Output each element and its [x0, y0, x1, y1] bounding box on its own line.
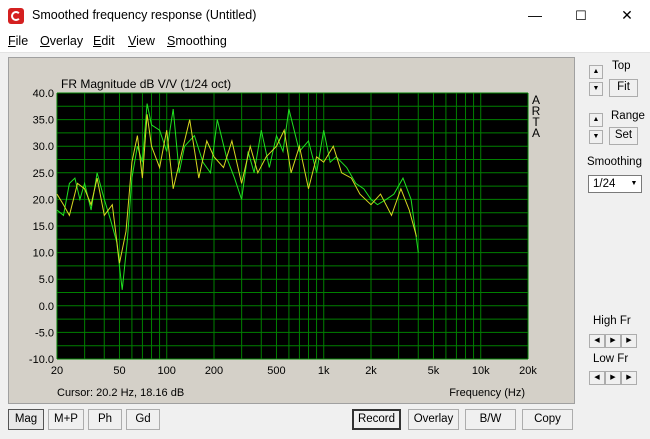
- y-tick-label: 10.0: [33, 248, 54, 260]
- phase-button[interactable]: Ph: [88, 409, 122, 430]
- smoothing-value: 1/24: [593, 178, 616, 190]
- maximize-button[interactable]: ☐: [558, 0, 604, 31]
- menu-file[interactable]: File: [8, 34, 28, 48]
- record-button[interactable]: Record: [352, 409, 401, 430]
- smoothing-select[interactable]: 1/24 ▼: [588, 175, 642, 193]
- range-down-arrow[interactable]: ▼: [589, 130, 603, 144]
- top-up-arrow[interactable]: ▲: [589, 65, 603, 79]
- y-tick-label: 25.0: [33, 168, 54, 180]
- menu-view[interactable]: View: [128, 34, 155, 48]
- y-tick-label: -5.0: [35, 327, 54, 339]
- overlay-button[interactable]: Overlay: [408, 409, 459, 430]
- close-button[interactable]: ✕: [604, 0, 650, 31]
- low-fr-label: Low Fr: [593, 353, 629, 365]
- menu-edit[interactable]: Edit: [93, 34, 115, 48]
- low-fr-right-arrow[interactable]: ▶: [605, 371, 621, 385]
- app-icon: [8, 8, 24, 24]
- minimize-button[interactable]: —: [512, 0, 558, 31]
- menu-overlay[interactable]: Overlay: [40, 34, 83, 48]
- menu-smoothing[interactable]: Smoothing: [167, 34, 227, 48]
- chart-title: FR Magnitude dB V/V (1/24 oct): [61, 77, 231, 91]
- x-tick-label: 50: [113, 365, 125, 377]
- plot-frame: FR Magnitude dB V/V (1/24 oct) 40.0 35.0 30…: [8, 57, 575, 404]
- x-tick-label: 10k: [472, 365, 490, 377]
- x-tick-label: 500: [267, 365, 285, 377]
- group-delay-button[interactable]: Gd: [126, 409, 160, 430]
- high-fr-label: High Fr: [593, 315, 631, 327]
- y-tick-label: 15.0: [33, 221, 54, 233]
- top-label: Top: [612, 60, 631, 72]
- high-fr-right-end-arrow[interactable]: ▶: [621, 334, 637, 348]
- menu-bar: File Overlay Edit View Smoothing: [0, 31, 650, 53]
- x-tick-label: 5k: [428, 365, 440, 377]
- bw-button[interactable]: B/W: [465, 409, 516, 430]
- x-axis-label: Frequency (Hz): [449, 387, 525, 399]
- fit-button[interactable]: Fit: [609, 79, 638, 97]
- range-up-arrow[interactable]: ▲: [589, 113, 603, 127]
- arta-watermark-letter: A: [532, 126, 540, 140]
- high-fr-right-arrow[interactable]: ▶: [605, 334, 621, 348]
- frequency-response-chart[interactable]: FR Magnitude dB V/V (1/24 oct) 40.0 35.0 30…: [9, 58, 574, 403]
- y-tick-label: 20.0: [33, 194, 54, 206]
- y-tick-label: 5.0: [39, 274, 54, 286]
- low-fr-left-arrow[interactable]: ◀: [589, 371, 605, 385]
- set-button[interactable]: Set: [609, 127, 638, 145]
- x-tick-label: 20k: [519, 365, 537, 377]
- copy-button[interactable]: Copy: [522, 409, 573, 430]
- x-tick-label: 2k: [365, 365, 377, 377]
- smoothing-label: Smoothing: [587, 156, 642, 168]
- y-tick-label: 40.0: [33, 88, 54, 100]
- range-label: Range: [611, 110, 645, 122]
- x-tick-label: 20: [51, 365, 63, 377]
- x-tick-label: 1k: [318, 365, 330, 377]
- high-fr-left-arrow[interactable]: ◀: [589, 334, 605, 348]
- y-tick-label: 0.0: [39, 301, 54, 313]
- mag-button[interactable]: Mag: [8, 409, 44, 430]
- x-tick-label: 200: [205, 365, 223, 377]
- x-tick-label: 100: [158, 365, 176, 377]
- y-tick-label: 30.0: [33, 141, 54, 153]
- title-bar: Smoothed frequency response (Untitled) —…: [0, 0, 650, 31]
- low-fr-right-end-arrow[interactable]: ▶: [621, 371, 637, 385]
- mag-phase-button[interactable]: M+P: [48, 409, 84, 430]
- top-down-arrow[interactable]: ▼: [589, 82, 603, 96]
- y-tick-label: 35.0: [33, 115, 54, 127]
- cursor-readout: Cursor: 20.2 Hz, 18.16 dB: [57, 387, 184, 399]
- chevron-down-icon[interactable]: ▼: [627, 176, 641, 192]
- window-title: Smoothed frequency response (Untitled): [32, 8, 257, 22]
